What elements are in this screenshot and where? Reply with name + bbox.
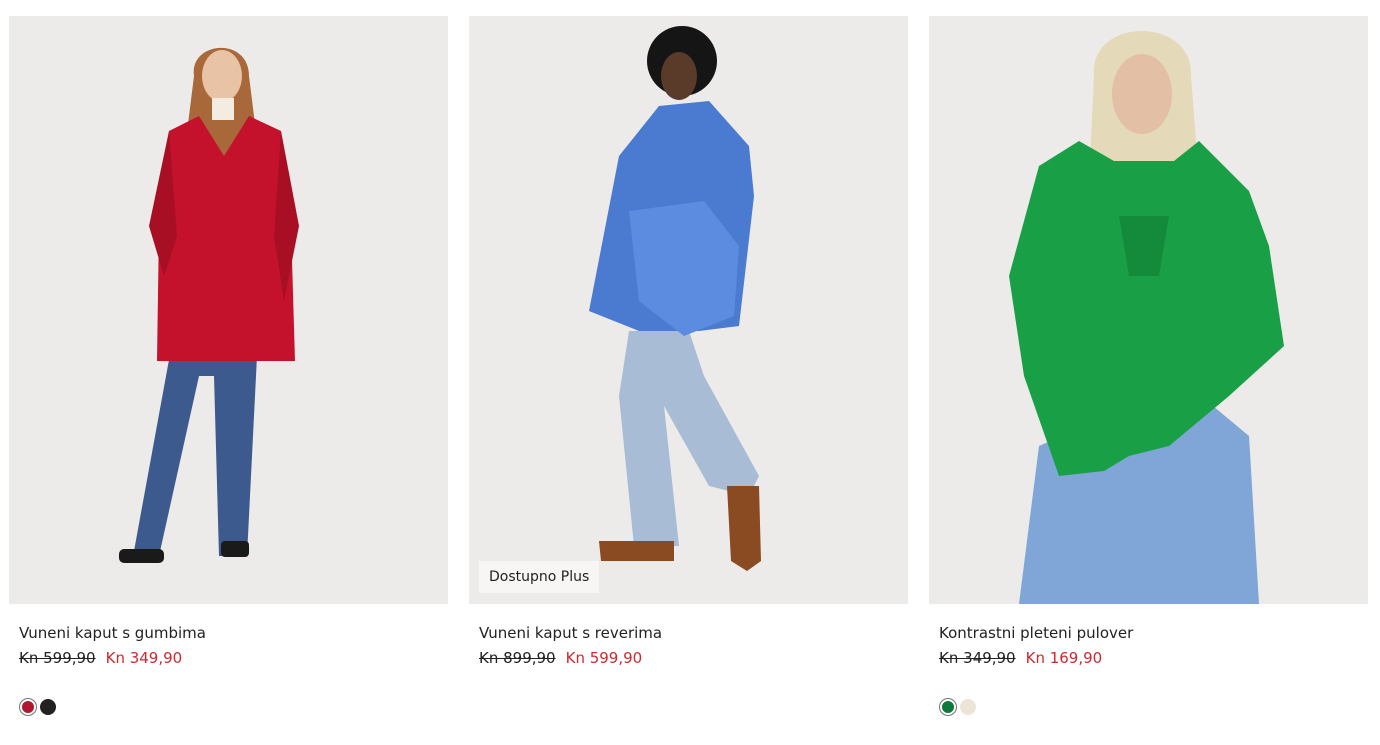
original-price: Kn 349,90	[939, 649, 1016, 667]
color-swatch-cream[interactable]	[959, 698, 977, 716]
product-name[interactable]: Vuneni kaput s gumbima	[19, 624, 206, 642]
product-name[interactable]: Kontrastni pleteni pulover	[939, 624, 1133, 642]
sale-price: Kn 169,90	[1025, 649, 1103, 667]
original-price: Kn 899,90	[479, 649, 556, 667]
color-swatch-black[interactable]	[39, 698, 57, 716]
product-image[interactable]	[929, 16, 1368, 604]
plus-size-badge: Dostupno Plus	[479, 561, 600, 593]
sale-price: Kn 349,90	[105, 649, 183, 667]
product-image[interactable]	[9, 16, 448, 604]
product-image[interactable]: Dostupno Plus	[469, 16, 908, 604]
original-price: Kn 599,90	[19, 649, 96, 667]
product-name[interactable]: Vuneni kaput s reverima	[479, 624, 662, 642]
product-prices: Kn 599,90 Kn 349,90	[19, 649, 182, 667]
color-swatch-red[interactable]	[19, 698, 37, 716]
sale-price: Kn 599,90	[565, 649, 643, 667]
product-card[interactable]: Kontrastni pleteni pulover Kn 349,90 Kn 1…	[929, 16, 1368, 745]
product-prices: Kn 899,90 Kn 599,90	[479, 649, 642, 667]
product-prices: Kn 349,90 Kn 169,90	[939, 649, 1102, 667]
product-card[interactable]: Vuneni kaput s gumbima Kn 599,90 Kn 349,9…	[9, 16, 448, 745]
color-swatch-green[interactable]	[939, 698, 957, 716]
product-card[interactable]: Dostupno Plus Vuneni kaput s reverima Kn…	[469, 16, 908, 745]
